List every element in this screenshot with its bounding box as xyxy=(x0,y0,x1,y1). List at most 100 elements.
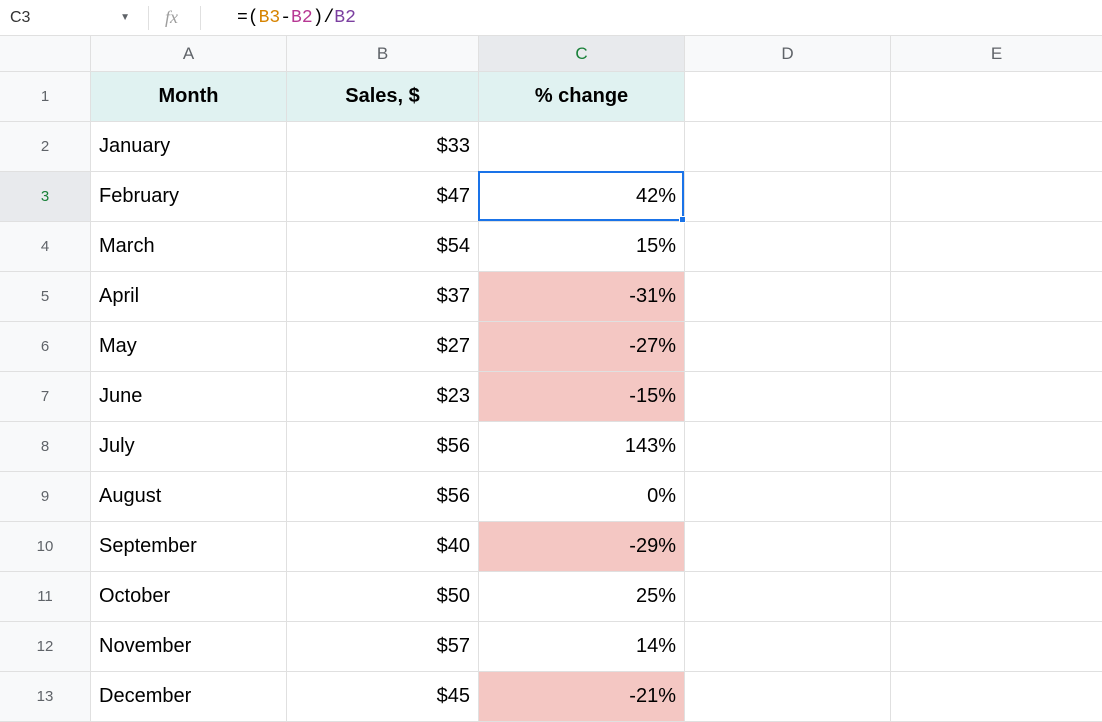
cell-empty[interactable] xyxy=(685,672,891,722)
cell-empty[interactable] xyxy=(891,172,1102,222)
cell-sales[interactable]: $47 xyxy=(287,172,479,222)
cell-sales[interactable]: $45 xyxy=(287,672,479,722)
cell-change[interactable]: -21% xyxy=(479,672,685,722)
grid-rows: MonthSales, $% changeJanuary$33February$… xyxy=(91,72,1102,722)
cell-empty[interactable] xyxy=(891,222,1102,272)
table-row: March$5415% xyxy=(91,222,1102,272)
cell-month[interactable]: July xyxy=(91,422,287,472)
cell-sales[interactable]: $56 xyxy=(287,422,479,472)
cell-change[interactable]: 14% xyxy=(479,622,685,672)
cell-sales[interactable]: $23 xyxy=(287,372,479,422)
cell-change[interactable]: -29% xyxy=(479,522,685,572)
cell-month[interactable]: September xyxy=(91,522,287,572)
row-header-4[interactable]: 4 xyxy=(0,222,91,272)
row-header-9[interactable]: 9 xyxy=(0,472,91,522)
cell-empty[interactable] xyxy=(891,272,1102,322)
cell-month[interactable]: December xyxy=(91,672,287,722)
cell-empty[interactable] xyxy=(685,272,891,322)
cell-sales[interactable]: $40 xyxy=(287,522,479,572)
table-row: May$27-27% xyxy=(91,322,1102,372)
fx-icon[interactable]: fx xyxy=(157,7,192,28)
cell-month[interactable]: March xyxy=(91,222,287,272)
cell-month[interactable]: January xyxy=(91,122,287,172)
formula-bar: C3 ▼ fx =(B3-B2)/B2 xyxy=(0,0,1102,36)
column-header-A[interactable]: A xyxy=(91,36,287,72)
cell-month[interactable]: August xyxy=(91,472,287,522)
column-header-C[interactable]: C xyxy=(479,36,685,72)
cell-empty[interactable] xyxy=(891,522,1102,572)
cell-month[interactable]: May xyxy=(91,322,287,372)
cell-change[interactable]: -31% xyxy=(479,272,685,322)
row-header-3[interactable]: 3 xyxy=(0,172,91,222)
cell-empty[interactable] xyxy=(685,372,891,422)
cell-change[interactable]: 0% xyxy=(479,472,685,522)
cell-sales[interactable]: $56 xyxy=(287,472,479,522)
cell-month[interactable]: June xyxy=(91,372,287,422)
row-header-11[interactable]: 11 xyxy=(0,572,91,622)
cell-empty[interactable] xyxy=(685,422,891,472)
main-grid: ABCDE MonthSales, $% changeJanuary$33Feb… xyxy=(91,36,1102,722)
row-header-7[interactable]: 7 xyxy=(0,372,91,422)
cell-change[interactable] xyxy=(479,122,685,172)
cell-empty[interactable] xyxy=(891,572,1102,622)
cell-change[interactable]: -27% xyxy=(479,322,685,372)
table-row: August$560% xyxy=(91,472,1102,522)
name-box[interactable]: C3 ▼ xyxy=(0,0,140,35)
cell-change[interactable]: 15% xyxy=(479,222,685,272)
cell-change[interactable]: 143% xyxy=(479,422,685,472)
table-row: September$40-29% xyxy=(91,522,1102,572)
cell-empty[interactable] xyxy=(891,72,1102,122)
table-row: November$5714% xyxy=(91,622,1102,672)
cell-empty[interactable] xyxy=(685,472,891,522)
row-header-6[interactable]: 6 xyxy=(0,322,91,372)
cell-empty[interactable] xyxy=(891,672,1102,722)
cell-sales[interactable]: $37 xyxy=(287,272,479,322)
row-header-2[interactable]: 2 xyxy=(0,122,91,172)
cell-empty[interactable] xyxy=(685,222,891,272)
column-header-E[interactable]: E xyxy=(891,36,1102,72)
cell-empty[interactable] xyxy=(891,372,1102,422)
select-all-corner[interactable] xyxy=(0,36,91,72)
table-row: MonthSales, $% change xyxy=(91,72,1102,122)
cell-change[interactable]: -15% xyxy=(479,372,685,422)
formula-token: B2 xyxy=(334,8,356,28)
cell-sales[interactable]: $27 xyxy=(287,322,479,372)
row-header-13[interactable]: 13 xyxy=(0,672,91,722)
chevron-down-icon[interactable]: ▼ xyxy=(120,12,130,23)
cell-sales[interactable]: $50 xyxy=(287,572,479,622)
cell-empty[interactable] xyxy=(685,172,891,222)
cell-empty[interactable] xyxy=(891,622,1102,672)
cell-empty[interactable] xyxy=(685,72,891,122)
header-change[interactable]: % change xyxy=(479,72,685,122)
cell-empty[interactable] xyxy=(685,522,891,572)
cell-empty[interactable] xyxy=(685,572,891,622)
row-header-5[interactable]: 5 xyxy=(0,272,91,322)
row-header-10[interactable]: 10 xyxy=(0,522,91,572)
cell-empty[interactable] xyxy=(891,422,1102,472)
cell-sales[interactable]: $57 xyxy=(287,622,479,672)
cell-empty[interactable] xyxy=(685,122,891,172)
cell-sales[interactable]: $33 xyxy=(287,122,479,172)
cell-month[interactable]: November xyxy=(91,622,287,672)
header-sales[interactable]: Sales, $ xyxy=(287,72,479,122)
row-header-12[interactable]: 12 xyxy=(0,622,91,672)
row-header-1[interactable]: 1 xyxy=(0,72,91,122)
cell-empty[interactable] xyxy=(891,322,1102,372)
formula-input[interactable]: =(B3-B2)/B2 xyxy=(209,8,1102,28)
table-row: June$23-15% xyxy=(91,372,1102,422)
column-header-D[interactable]: D xyxy=(685,36,891,72)
cell-month[interactable]: April xyxy=(91,272,287,322)
cell-empty[interactable] xyxy=(685,322,891,372)
cell-month[interactable]: October xyxy=(91,572,287,622)
cell-change[interactable]: 25% xyxy=(479,572,685,622)
cell-sales[interactable]: $54 xyxy=(287,222,479,272)
divider xyxy=(148,6,149,30)
column-header-B[interactable]: B xyxy=(287,36,479,72)
cell-empty[interactable] xyxy=(891,472,1102,522)
cell-empty[interactable] xyxy=(891,122,1102,172)
cell-month[interactable]: February xyxy=(91,172,287,222)
row-header-8[interactable]: 8 xyxy=(0,422,91,472)
cell-change[interactable]: 42% xyxy=(479,172,685,222)
header-month[interactable]: Month xyxy=(91,72,287,122)
cell-empty[interactable] xyxy=(685,622,891,672)
